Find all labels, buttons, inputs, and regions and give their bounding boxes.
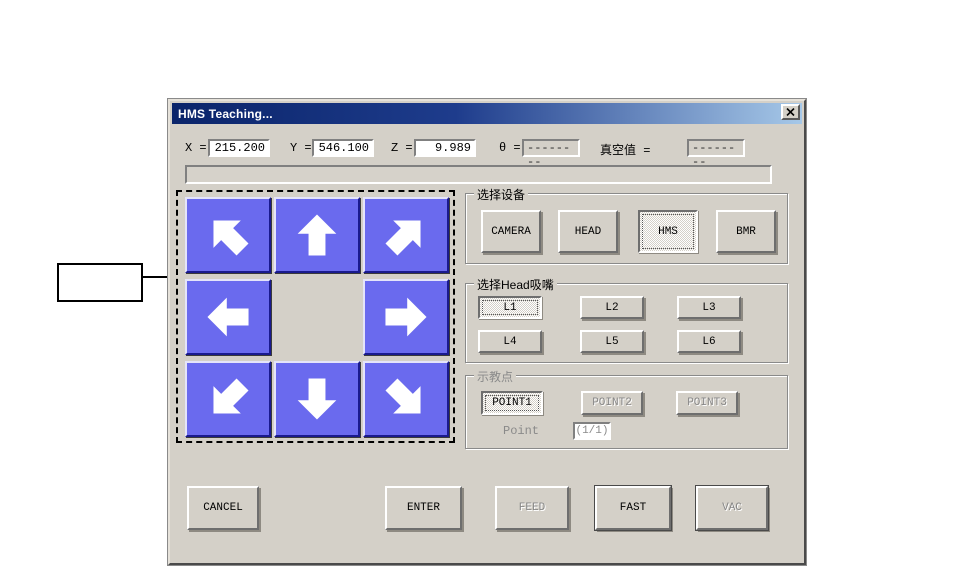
jog-up-right-button[interactable] bbox=[363, 197, 449, 273]
arrow-up-icon bbox=[297, 214, 337, 256]
nozzle-groupbox: 选择Head吸嘴 L1 L2 L3 L4 L5 L6 bbox=[465, 276, 788, 363]
head-button[interactable]: HEAD bbox=[558, 210, 618, 253]
device-groupbox: 选择设备 CAMERA HEAD HMS BMR bbox=[465, 186, 788, 264]
theta-label: θ = bbox=[499, 141, 521, 155]
arrow-left-icon bbox=[207, 297, 249, 337]
jog-left-button[interactable] bbox=[185, 279, 271, 355]
feed-button: FEED bbox=[495, 486, 569, 530]
callout-box bbox=[57, 263, 143, 302]
point-counter-field: (1/1) bbox=[573, 422, 611, 440]
enter-button[interactable]: ENTER bbox=[385, 486, 462, 530]
jog-down-button[interactable] bbox=[274, 361, 360, 437]
close-button[interactable] bbox=[781, 104, 800, 120]
arrow-down-right-icon bbox=[385, 378, 421, 414]
fast-button[interactable]: FAST bbox=[595, 486, 671, 530]
teach-point-group-label: 示教点 bbox=[474, 368, 517, 385]
teach-point-groupbox: 示教点 POINT1 POINT2 POINT3 Point (1/1) bbox=[465, 368, 788, 449]
nozzle-l4-button[interactable]: L4 bbox=[478, 330, 542, 353]
z-label: Z = bbox=[391, 141, 413, 155]
arrow-up-left-icon bbox=[213, 220, 249, 256]
device-group-label: 选择设备 bbox=[474, 186, 529, 203]
hms-button[interactable]: HMS bbox=[638, 210, 698, 253]
y-value-field: 546.100 bbox=[312, 139, 374, 157]
point1-button[interactable]: POINT1 bbox=[481, 391, 543, 415]
vacuum-label: 真空值 = bbox=[600, 144, 651, 158]
nozzle-l2-button[interactable]: L2 bbox=[580, 296, 644, 319]
point2-button: POINT2 bbox=[581, 391, 643, 415]
point-counter-label: Point bbox=[503, 424, 540, 438]
cancel-button[interactable]: CANCEL bbox=[187, 486, 259, 530]
point3-button: POINT3 bbox=[676, 391, 738, 415]
vacuum-value-field: -------- bbox=[687, 139, 745, 169]
theta-value-field: -------- bbox=[522, 139, 580, 169]
nozzle-l6-button[interactable]: L6 bbox=[677, 330, 741, 353]
nozzle-l1-button[interactable]: L1 bbox=[478, 296, 542, 319]
page: HMS Teaching... X = 215.200 Y = 546.100 … bbox=[0, 0, 970, 568]
nozzle-l5-button[interactable]: L5 bbox=[580, 330, 644, 353]
vac-button: VAC bbox=[696, 486, 768, 530]
titlebar[interactable]: HMS Teaching... bbox=[172, 103, 802, 124]
y-label: Y = bbox=[290, 141, 312, 155]
nozzle-l3-button[interactable]: L3 bbox=[677, 296, 741, 319]
arrow-up-right-icon bbox=[385, 220, 421, 256]
hms-teaching-dialog: HMS Teaching... X = 215.200 Y = 546.100 … bbox=[168, 99, 806, 565]
jog-down-right-button[interactable] bbox=[363, 361, 449, 437]
jog-up-button[interactable] bbox=[274, 197, 360, 273]
camera-button[interactable]: CAMERA bbox=[481, 210, 541, 253]
arrow-down-left-icon bbox=[213, 378, 249, 414]
window-title: HMS Teaching... bbox=[178, 106, 273, 121]
nozzle-group-label: 选择Head吸嘴 bbox=[474, 276, 557, 293]
close-icon bbox=[786, 108, 795, 116]
jog-up-left-button[interactable] bbox=[185, 197, 271, 273]
arrow-down-icon bbox=[297, 378, 337, 420]
message-field[interactable] bbox=[185, 165, 772, 184]
x-value-field: 215.200 bbox=[208, 139, 270, 157]
bmr-button[interactable]: BMR bbox=[716, 210, 776, 253]
arrow-right-icon bbox=[385, 297, 427, 337]
jog-down-left-button[interactable] bbox=[185, 361, 271, 437]
jog-right-button[interactable] bbox=[363, 279, 449, 355]
z-value-field: 9.989 bbox=[414, 139, 476, 157]
x-label: X = bbox=[185, 141, 207, 155]
